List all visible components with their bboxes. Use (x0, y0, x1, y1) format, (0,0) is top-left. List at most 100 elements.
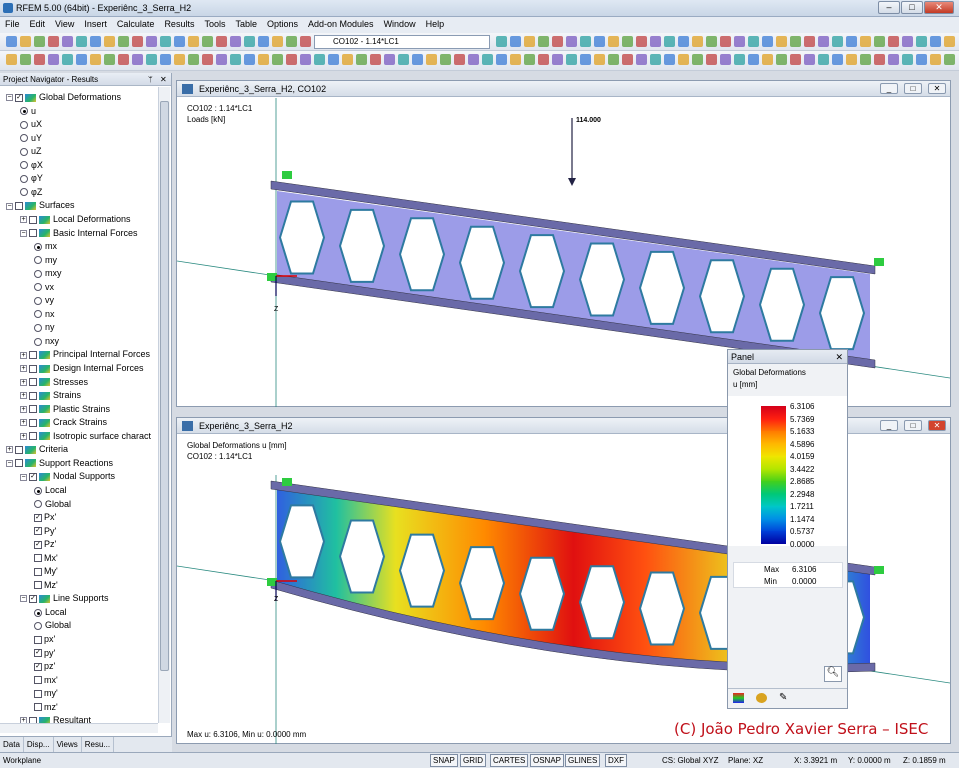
navigator-scrollbar[interactable] (158, 87, 170, 723)
checkbox[interactable] (29, 432, 37, 441)
checkbox[interactable] (34, 689, 42, 698)
toolbar-tool-icon[interactable] (482, 54, 493, 65)
expand-icon[interactable]: − (6, 459, 13, 467)
toolbar-tool-icon[interactable] (426, 54, 437, 65)
radio-button[interactable] (20, 188, 28, 197)
tree-item[interactable]: ✓ Pz' (34, 538, 56, 551)
checkbox[interactable] (34, 676, 42, 685)
toolbar-tool-icon[interactable] (860, 36, 871, 47)
toolbar-tool-icon[interactable] (720, 54, 731, 65)
tree-item[interactable]: − ✓ Line Supports (20, 592, 109, 605)
toolbar-tool-icon[interactable] (692, 54, 703, 65)
toolbar-tool-icon[interactable] (118, 36, 129, 47)
toolbar-tool-icon[interactable] (6, 36, 17, 47)
checkbox[interactable] (29, 351, 37, 360)
expand-icon[interactable]: + (20, 419, 27, 427)
tree-item[interactable]: My' (34, 565, 58, 578)
toolbar-tool-icon[interactable] (104, 54, 115, 65)
expand-icon[interactable]: − (6, 202, 13, 210)
toolbar-tool-icon[interactable] (790, 54, 801, 65)
tree-item[interactable]: + Isotropic surface charact (20, 430, 151, 443)
checkbox[interactable] (34, 554, 42, 563)
tree-item[interactable]: − ✓ Nodal Supports (20, 470, 115, 483)
toolbar-tool-icon[interactable] (860, 54, 871, 65)
status-toggle-snap[interactable]: SNAP (430, 754, 458, 767)
menu-window[interactable]: Window (379, 17, 421, 31)
toolbar-tool-icon[interactable] (34, 54, 45, 65)
toolbar-tool-icon[interactable] (300, 54, 311, 65)
radio-button[interactable] (34, 337, 42, 346)
menu-tools[interactable]: Tools (199, 17, 230, 31)
legend-icon[interactable] (733, 693, 744, 703)
radio-button[interactable] (34, 296, 42, 305)
toolbar-tool-icon[interactable] (496, 36, 507, 47)
status-toggle-osnap[interactable]: OSNAP (530, 754, 565, 767)
toolbar-tool-icon[interactable] (510, 36, 521, 47)
toolbar-tool-icon[interactable] (552, 54, 563, 65)
toolbar-tool-icon[interactable] (818, 54, 829, 65)
view-close-button[interactable]: ✕ (928, 420, 946, 431)
tree-item[interactable]: mz' (34, 701, 58, 714)
toolbar-tool-icon[interactable] (664, 36, 675, 47)
toolbar-tool-icon[interactable] (608, 36, 619, 47)
toolbar-tool-icon[interactable] (510, 54, 521, 65)
expand-icon[interactable]: + (20, 351, 27, 359)
tree-item[interactable]: − Surfaces (6, 199, 75, 212)
toolbar-tool-icon[interactable] (314, 54, 325, 65)
toolbar-tool-icon[interactable] (566, 54, 577, 65)
toolbar-tool-icon[interactable] (202, 54, 213, 65)
toolbar-tool-icon[interactable] (846, 54, 857, 65)
toolbar-tool-icon[interactable] (804, 36, 815, 47)
toolbar-tool-icon[interactable] (706, 54, 717, 65)
toolbar-tool-icon[interactable] (622, 54, 633, 65)
tree-item[interactable]: u (20, 105, 36, 118)
checkbox[interactable] (15, 445, 23, 454)
expand-icon[interactable]: + (20, 392, 27, 400)
tree-item[interactable]: ✓ pz' (34, 660, 55, 673)
radio-button[interactable] (20, 120, 28, 129)
view-restore-button[interactable]: □ (904, 83, 922, 94)
menu-help[interactable]: Help (421, 17, 450, 31)
toolbar-tool-icon[interactable] (342, 54, 353, 65)
menu-file[interactable]: File (0, 17, 25, 31)
toolbar-tool-icon[interactable] (90, 36, 101, 47)
expand-icon[interactable]: + (6, 446, 13, 454)
checkbox[interactable]: ✓ (34, 513, 42, 522)
tree-item[interactable]: vy (34, 294, 54, 307)
toolbar-tool-icon[interactable] (76, 36, 87, 47)
pin-icon[interactable]: ᛘ (148, 75, 153, 84)
toolbar-tool-icon[interactable] (370, 54, 381, 65)
toolbar-tool-icon[interactable] (258, 54, 269, 65)
toolbar-tool-icon[interactable] (944, 54, 955, 65)
toolbar-tool-icon[interactable] (846, 36, 857, 47)
expand-icon[interactable]: − (6, 94, 13, 102)
toolbar-tool-icon[interactable] (132, 36, 143, 47)
toolbar-tool-icon[interactable] (888, 36, 899, 47)
toolbar-tool-icon[interactable] (916, 54, 927, 65)
toolbar-tool-icon[interactable] (650, 36, 661, 47)
nav-tab-resu[interactable]: Resu... (82, 737, 115, 752)
toolbar-tool-icon[interactable] (888, 54, 899, 65)
checkbox[interactable] (29, 378, 37, 387)
edit-icon[interactable]: ✎ (779, 692, 787, 703)
checkbox[interactable]: ✓ (34, 662, 42, 671)
expand-icon[interactable]: − (20, 595, 27, 603)
toolbar-tool-icon[interactable] (384, 54, 395, 65)
toolbar-tool-icon[interactable] (258, 36, 269, 47)
toolbar-tool-icon[interactable] (230, 36, 241, 47)
toolbar-tool-icon[interactable] (524, 54, 535, 65)
toolbar-tool-icon[interactable] (6, 54, 17, 65)
radio-button[interactable] (34, 486, 42, 495)
toolbar-tool-icon[interactable] (706, 36, 717, 47)
toolbar-tool-icon[interactable] (790, 36, 801, 47)
toolbar-tool-icon[interactable] (804, 54, 815, 65)
toolbar-tool-icon[interactable] (188, 36, 199, 47)
view-restore-button[interactable]: □ (904, 420, 922, 431)
tree-item[interactable]: Local (34, 484, 67, 497)
toolbar-tool-icon[interactable] (286, 36, 297, 47)
tree-item[interactable]: nx (34, 308, 55, 321)
tree-item[interactable]: uY (20, 132, 42, 145)
tree-item[interactable]: ny (34, 321, 55, 334)
toolbar-tool-icon[interactable] (762, 54, 773, 65)
menu-add-on-modules[interactable]: Add-on Modules (303, 17, 379, 31)
